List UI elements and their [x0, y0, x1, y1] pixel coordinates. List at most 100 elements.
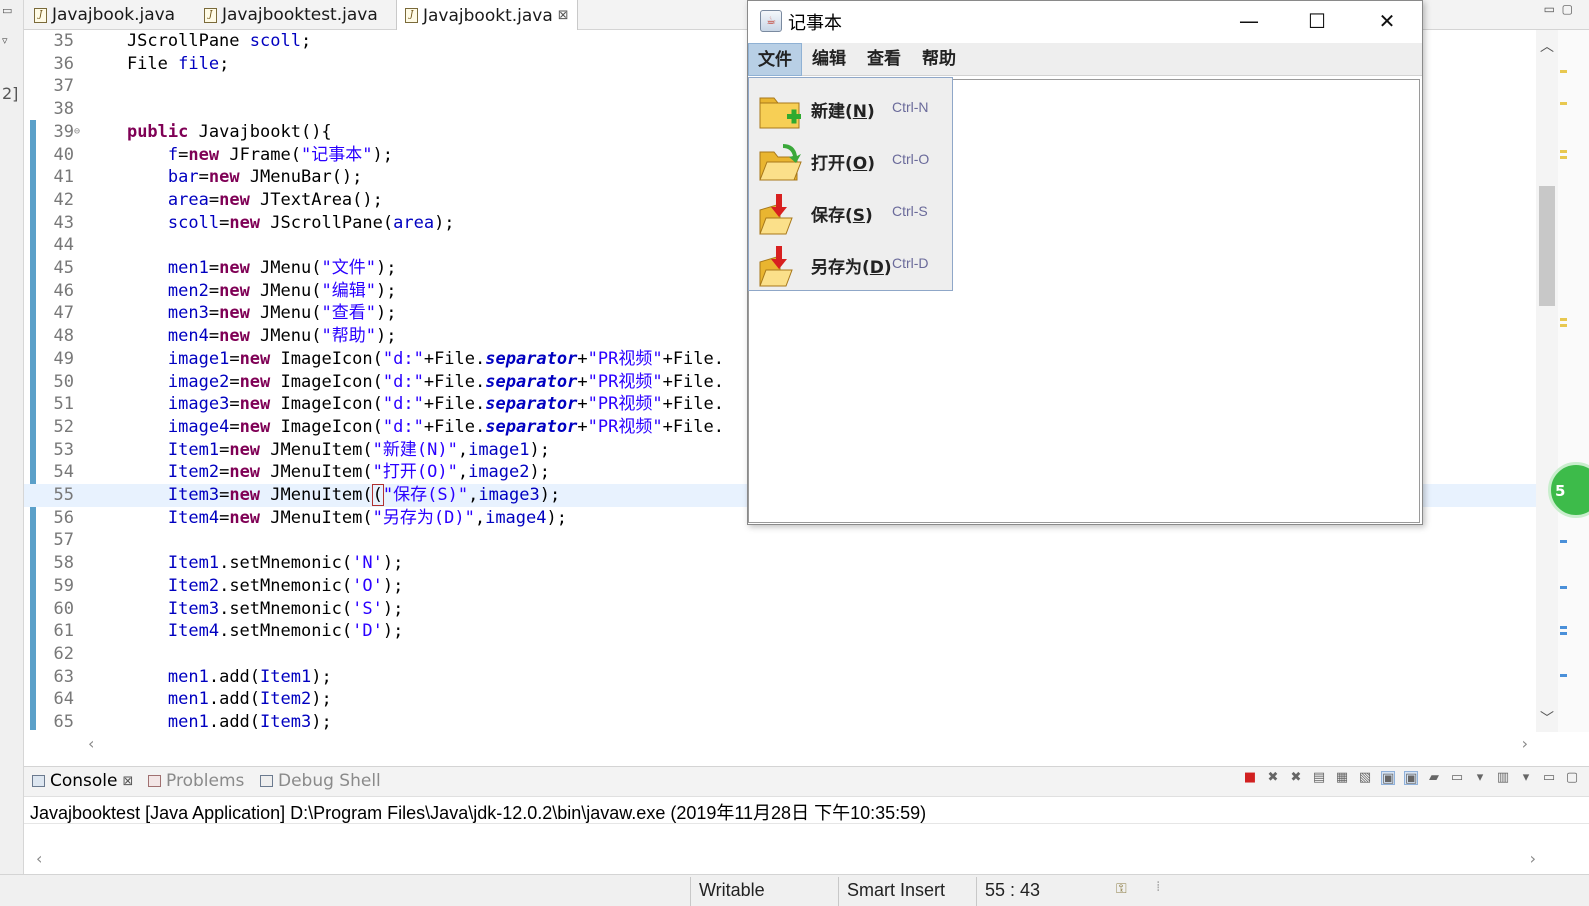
minimize-button[interactable]: — [1226, 7, 1272, 37]
tab-console[interactable]: Console ⊠ [32, 771, 133, 791]
clear-console-icon[interactable]: ▤ [1312, 771, 1326, 785]
scroll-left-icon[interactable]: ‹ [88, 734, 94, 753]
fold-toggle-icon[interactable]: ⊖ [74, 121, 80, 144]
console-horizontal-scrollbar[interactable]: ‹ › [36, 849, 1536, 871]
code-line[interactable]: 62 [24, 643, 1536, 666]
notepad-titlebar[interactable]: ☕ 记事本 — ☐ ✕ [748, 1, 1422, 43]
save-folder-icon [759, 194, 793, 235]
menu-item-accelerator: Ctrl-S [892, 203, 928, 219]
code-line[interactable]: 61 Item4.setMnemonic('D'); [24, 620, 1536, 643]
overview-occurrence-mark[interactable] [1560, 674, 1567, 677]
code-line[interactable]: 63 men1.add(Item1); [24, 666, 1536, 689]
overview-occurrence-mark[interactable] [1560, 586, 1567, 589]
line-number: 35 [53, 31, 74, 51]
scroll-lock-icon[interactable]: ▦ [1335, 771, 1349, 785]
scroll-right-icon[interactable]: › [1522, 734, 1528, 753]
open-console-icon[interactable]: ▥ [1496, 771, 1510, 785]
pin-console-icon[interactable]: ▰ [1427, 771, 1441, 785]
code-line[interactable]: 57 [24, 529, 1536, 552]
code-text: scoll=new JScrollPane(area); [167, 212, 455, 233]
tab-javajbookt[interactable]: J Javajbookt.java ⊠ [396, 0, 578, 31]
editor-vertical-scrollbar[interactable]: ︿ ﹀ [1536, 30, 1558, 732]
heap-status-icon[interactable]: ⚿ [1116, 881, 1127, 897]
editor-horizontal-scrollbar[interactable]: ‹ › [88, 734, 1528, 756]
left-panel-strip: ▭ ▿ 2] [0, 0, 24, 906]
minimize-editor-icon[interactable]: ▭ [1544, 2, 1555, 16]
notepad-window[interactable]: ☕ 记事本 — ☐ ✕ 文件 编辑 查看 帮助 新建(N) Ctrl-N 打开(… [747, 0, 1423, 525]
code-text: image3=new ImageIcon("d:"+File.separator… [167, 394, 724, 415]
code-text: Item3=new JMenuItem(("保存(S)",image3); [167, 484, 561, 506]
code-text: bar=new JMenuBar(); [167, 167, 363, 188]
terminate-icon[interactable]: ■ [1243, 771, 1257, 785]
overview-occurrence-mark[interactable] [1560, 632, 1567, 635]
line-number: 65 [53, 712, 74, 732]
overview-warning-mark[interactable] [1560, 156, 1567, 159]
code-text: File file; [86, 53, 230, 74]
code-text: men3=new JMenu("查看"); [167, 303, 397, 324]
java-app-icon: ☕ [760, 10, 782, 32]
menu-view[interactable]: 查看 [858, 43, 910, 76]
insert-mode-status[interactable]: Smart Insert [838, 877, 976, 906]
word-wrap-icon[interactable]: ▧ [1358, 771, 1372, 785]
scroll-up-icon[interactable]: ︿ [1540, 36, 1554, 56]
menu-item-open[interactable]: 打开(O) Ctrl-O [749, 134, 952, 186]
overview-warning-mark[interactable] [1560, 70, 1567, 73]
code-text: image4=new ImageIcon("d:"+File.separator… [167, 416, 724, 437]
scroll-left-icon[interactable]: ‹ [36, 849, 42, 868]
line-number: 53 [53, 439, 74, 460]
code-text: JScrollPane scoll; [86, 31, 312, 51]
notepad-menubar: 文件 编辑 查看 帮助 [748, 43, 1422, 76]
menu-item-label: 打开(O) [811, 154, 876, 174]
dropdown-icon[interactable]: ▾ [1519, 771, 1533, 785]
close-tab-icon[interactable]: ⊠ [558, 8, 569, 23]
close-tab-icon[interactable]: ⊠ [123, 774, 134, 789]
overview-warning-mark[interactable] [1560, 318, 1567, 321]
line-number: 39 [53, 121, 74, 142]
menu-file[interactable]: 文件 [748, 43, 802, 76]
code-line[interactable]: 58 Item1.setMnemonic('N'); [24, 552, 1536, 575]
menu-item-new[interactable]: 新建(N) Ctrl-N [749, 82, 952, 134]
menu-item-save-as[interactable]: 另存为(D) Ctrl-D [749, 238, 952, 290]
menu-help[interactable]: 帮助 [913, 43, 965, 76]
overview-occurrence-mark[interactable] [1560, 626, 1567, 629]
code-line[interactable]: 59 Item2.setMnemonic('O'); [24, 575, 1536, 598]
line-number: 42 [53, 189, 74, 210]
code-text: Item3.setMnemonic('S'); [167, 598, 404, 619]
scroll-thumb[interactable] [1539, 186, 1555, 306]
overview-ruler[interactable] [1558, 30, 1589, 732]
overview-warning-mark[interactable] [1560, 150, 1567, 153]
scroll-right-icon[interactable]: › [1530, 849, 1536, 868]
console-text-area[interactable] [24, 823, 1589, 847]
scroll-down-icon[interactable]: ﹀ [1540, 708, 1554, 728]
remove-launch-icon[interactable]: ✖ [1266, 771, 1280, 785]
code-text: Item4.setMnemonic('D'); [167, 621, 404, 642]
menu-edit[interactable]: 编辑 [803, 43, 855, 76]
line-number: 59 [53, 575, 74, 596]
tab-label: Debug Shell [278, 771, 381, 791]
tab-javajbook[interactable]: J Javajbook.java [26, 0, 183, 30]
show-on-stderr-icon[interactable]: ▣ [1404, 771, 1418, 786]
menu-item-save[interactable]: 保存(S) Ctrl-S [749, 186, 952, 238]
overview-warning-mark[interactable] [1560, 324, 1567, 327]
remove-all-terminated-icon[interactable]: ✖ [1289, 771, 1303, 785]
overview-occurrence-mark[interactable] [1560, 540, 1567, 543]
tab-debug-shell[interactable]: Debug Shell [260, 771, 381, 791]
overview-warning-mark[interactable] [1560, 102, 1567, 105]
code-line[interactable]: 65 men1.add(Item3); [24, 711, 1536, 732]
minimize-view-icon[interactable]: ▭ [1542, 771, 1556, 785]
maximize-editor-icon[interactable]: ▢ [1562, 2, 1573, 16]
code-line[interactable]: 64 men1.add(Item2); [24, 688, 1536, 711]
console-output[interactable]: Javajbooktest [Java Application] D:\Prog… [24, 796, 1589, 872]
display-console-icon[interactable]: ▭ [1450, 771, 1464, 785]
maximize-view-icon[interactable]: ▢ [1565, 771, 1579, 785]
close-button[interactable]: ✕ [1364, 7, 1410, 37]
code-line[interactable]: 60 Item3.setMnemonic('S'); [24, 598, 1536, 621]
tab-javajbooktest[interactable]: J Javajbooktest.java [196, 0, 386, 30]
show-on-stdout-icon[interactable]: ▣ [1381, 771, 1395, 786]
view-menu-icon[interactable]: ▿ [2, 34, 8, 47]
maximize-button[interactable]: ☐ [1294, 7, 1340, 37]
cursor-position-status[interactable]: 55 : 43 [976, 877, 1106, 906]
tab-problems[interactable]: Problems [148, 771, 244, 791]
minimize-view-icon[interactable]: ▭ [2, 4, 12, 17]
dropdown-icon[interactable]: ▾ [1473, 771, 1487, 785]
